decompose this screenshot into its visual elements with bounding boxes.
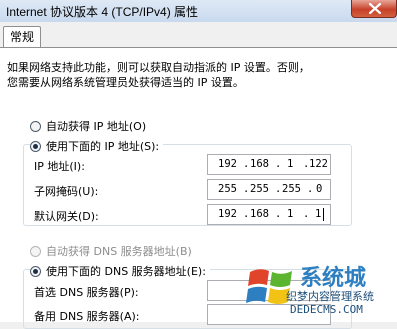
watermark-line: 织梦内容管理系统 bbox=[286, 290, 374, 303]
mask-octet-3: 255 bbox=[282, 183, 301, 195]
manual-dns-radio[interactable] bbox=[30, 265, 41, 277]
ip-octet-4: 122 bbox=[309, 158, 328, 170]
tab-general[interactable]: 常规 bbox=[3, 26, 41, 48]
subnet-mask-field[interactable]: 255 . 255 . 255 . 0 bbox=[207, 179, 331, 200]
site-watermark: 系统城 织梦内容管理系统 DEDECMS.COM bbox=[246, 258, 397, 322]
default-gateway-label: 默认网关(D): bbox=[34, 210, 99, 223]
title-bar: Internet 协议版本 4 (TCP/IPv4) 属性 bbox=[0, 0, 397, 23]
ip-octet-3: 1 bbox=[287, 158, 294, 170]
text-caret bbox=[323, 208, 324, 221]
ip-address-label: IP 地址(I): bbox=[34, 160, 85, 173]
manual-ip-label: 使用下面的 IP 地址(S): bbox=[46, 140, 160, 153]
auto-ip-option[interactable]: 自动获得 IP 地址(O) bbox=[30, 118, 146, 134]
tab-strip: 常规 bbox=[0, 22, 397, 48]
manual-ip-option[interactable]: 使用下面的 IP 地址(S): bbox=[30, 138, 164, 154]
close-button[interactable] bbox=[351, 0, 397, 18]
manual-dns-option[interactable]: 使用下面的 DNS 服务器地址(E): bbox=[30, 263, 210, 279]
close-icon bbox=[369, 3, 381, 14]
gateway-octet-2: 168 bbox=[250, 208, 269, 220]
auto-dns-radio[interactable] bbox=[30, 245, 41, 257]
ip-address-field[interactable]: 192 . 168 . 1 . 122 bbox=[207, 154, 331, 175]
auto-ip-radio[interactable] bbox=[30, 120, 41, 132]
description-line-1: 如果网络支持此功能，则可以获取自动指派的 IP 设置。否则， bbox=[7, 61, 310, 74]
mask-octet-1: 255 bbox=[218, 183, 237, 195]
watermark-url: DEDECMS.COM bbox=[290, 303, 363, 316]
mask-octet-2: 255 bbox=[250, 183, 269, 195]
window-title: Internet 协议版本 4 (TCP/IPv4) 属性 bbox=[6, 5, 199, 19]
subnet-mask-label: 子网掩码(U): bbox=[34, 185, 99, 198]
manual-dns-label: 使用下面的 DNS 服务器地址(E): bbox=[46, 265, 206, 278]
gateway-octet-3: 1 bbox=[287, 208, 294, 220]
description-line-2: 您需要从网络系统管理员处获得适当的 IP 设置。 bbox=[7, 76, 244, 89]
mask-octet-4: 0 bbox=[316, 183, 323, 195]
default-gateway-field[interactable]: 192 . 168 . 1 . 1 bbox=[207, 204, 331, 225]
auto-dns-option[interactable]: 自动获得 DNS 服务器地址(B) bbox=[30, 243, 192, 259]
ip-octet-2: 168 bbox=[250, 158, 269, 170]
auto-ip-label: 自动获得 IP 地址(O) bbox=[46, 120, 147, 133]
auto-dns-label: 自动获得 DNS 服务器地址(B) bbox=[46, 245, 192, 258]
gateway-octet-1: 192 bbox=[218, 208, 237, 220]
manual-ip-radio[interactable] bbox=[30, 140, 41, 152]
description: 如果网络支持此功能，则可以获取自动指派的 IP 设置。否则， 您需要从网络系统管… bbox=[7, 60, 310, 90]
ip-octet-1: 192 bbox=[218, 158, 237, 170]
gateway-octet-4: 1 bbox=[315, 208, 322, 220]
preferred-dns-label: 首选 DNS 服务器(P): bbox=[34, 286, 139, 299]
